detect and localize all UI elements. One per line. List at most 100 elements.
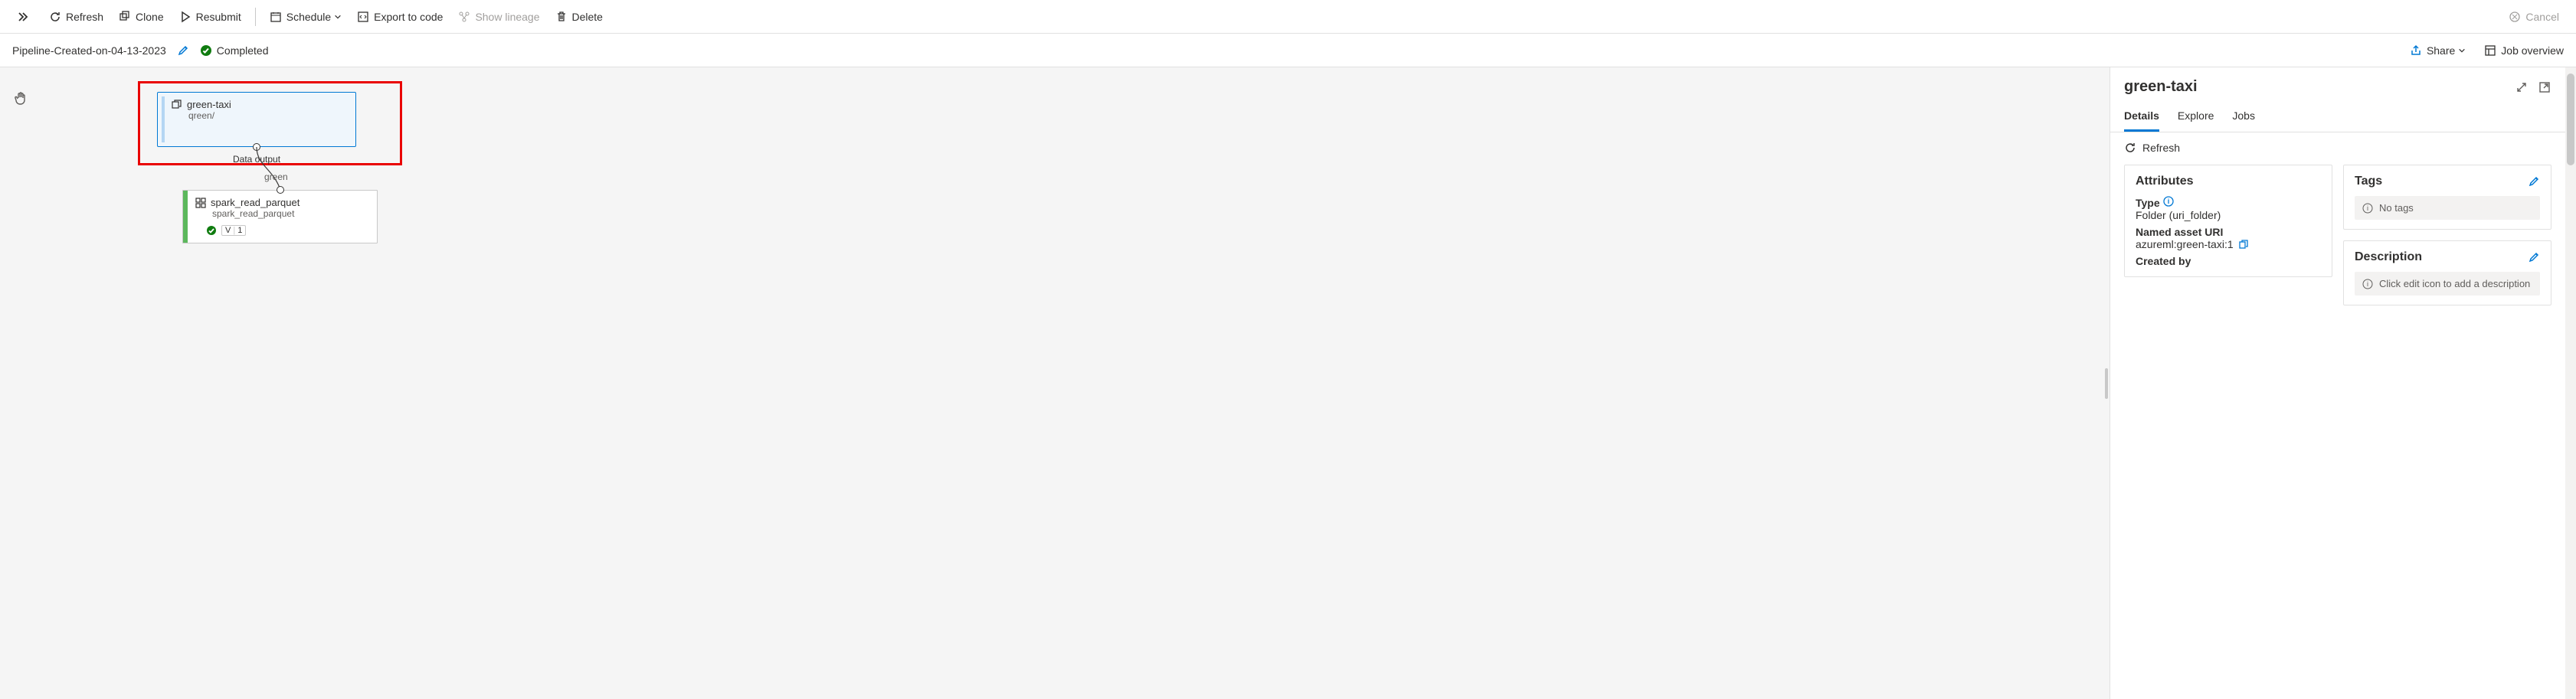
tags-placeholder-text: No tags bbox=[2379, 202, 2414, 214]
delete-label: Delete bbox=[572, 11, 603, 23]
dataset-icon bbox=[172, 100, 182, 110]
refresh-button[interactable]: Refresh bbox=[41, 6, 111, 28]
version-letter: V bbox=[225, 226, 231, 235]
check-circle-icon bbox=[206, 225, 217, 236]
component-icon bbox=[195, 198, 206, 208]
output-port[interactable] bbox=[253, 143, 260, 151]
pipeline-name: Pipeline-Created-on-04-13-2023 bbox=[12, 44, 166, 57]
tab-jobs[interactable]: Jobs bbox=[2232, 105, 2255, 132]
description-card: Description i Click edit icon to add a d… bbox=[2343, 240, 2551, 305]
chevron-down-icon bbox=[2458, 47, 2466, 54]
edit-name-icon[interactable] bbox=[177, 44, 189, 57]
node-stripe bbox=[183, 191, 188, 243]
attributes-card: Attributes Type i Folder (uri_folder) Na… bbox=[2124, 165, 2332, 277]
lineage-label: Show lineage bbox=[475, 11, 539, 23]
overview-icon bbox=[2484, 44, 2496, 57]
delete-button[interactable]: Delete bbox=[548, 6, 610, 28]
details-panel: green-taxi Details Explore Jobs Refresh bbox=[2110, 67, 2565, 699]
panel-refresh-label: Refresh bbox=[2142, 142, 2180, 154]
share-button[interactable]: Share bbox=[2410, 44, 2466, 57]
share-label: Share bbox=[2427, 44, 2455, 57]
description-heading: Description bbox=[2355, 250, 2422, 264]
tags-card: Tags i No tags bbox=[2343, 165, 2551, 230]
output-port-label: Data output bbox=[233, 154, 280, 165]
main-area: green-taxi qreen/ Data output green bbox=[0, 67, 2576, 699]
panel-refresh-button[interactable]: Refresh bbox=[2110, 132, 2565, 160]
popout-panel-icon[interactable] bbox=[2538, 80, 2551, 94]
tags-placeholder: i No tags bbox=[2355, 196, 2540, 220]
panel-tabs: Details Explore Jobs bbox=[2110, 99, 2565, 132]
version-tag: V | 1 bbox=[221, 225, 246, 236]
resubmit-button[interactable]: Resubmit bbox=[172, 6, 249, 28]
attr-type-value: Folder (uri_folder) bbox=[2136, 209, 2321, 221]
share-icon bbox=[2410, 44, 2422, 57]
info-icon: i bbox=[2362, 203, 2373, 214]
schedule-label: Schedule bbox=[286, 11, 331, 23]
version-number: 1 bbox=[237, 226, 242, 235]
panel-title: green-taxi bbox=[2124, 78, 2515, 96]
tab-details[interactable]: Details bbox=[2124, 105, 2159, 132]
canvas[interactable]: green-taxi qreen/ Data output green bbox=[0, 67, 2103, 699]
panel-scrollbar[interactable] bbox=[2565, 67, 2576, 699]
attr-uri-value: azureml:green-taxi:1 bbox=[2136, 238, 2234, 250]
node-stripe bbox=[162, 96, 165, 142]
expand-toolbar-button[interactable] bbox=[9, 6, 41, 28]
cancel-icon bbox=[2509, 11, 2521, 23]
schedule-button[interactable]: Schedule bbox=[262, 6, 349, 28]
canvas-tools bbox=[14, 90, 29, 106]
node-spark-read-parquet[interactable]: spark_read_parquet spark_read_parquet V … bbox=[182, 190, 378, 243]
cancel-button: Cancel bbox=[2501, 6, 2567, 28]
refresh-icon bbox=[2124, 142, 2136, 154]
info-icon[interactable]: i bbox=[2163, 196, 2174, 207]
info-icon: i bbox=[2362, 279, 2373, 289]
tags-heading: Tags bbox=[2355, 175, 2382, 188]
job-overview-button[interactable]: Job overview bbox=[2484, 44, 2564, 57]
svg-text:i: i bbox=[2367, 204, 2368, 212]
tab-explore[interactable]: Explore bbox=[2178, 105, 2214, 132]
job-overview-label: Job overview bbox=[2501, 44, 2564, 57]
scrollbar-thumb[interactable] bbox=[2567, 73, 2574, 165]
svg-text:i: i bbox=[2167, 198, 2169, 205]
refresh-label: Refresh bbox=[66, 11, 103, 23]
node-title: spark_read_parquet bbox=[211, 197, 299, 208]
lineage-icon bbox=[458, 11, 470, 23]
description-placeholder-text: Click edit icon to add a description bbox=[2379, 278, 2530, 289]
node-title: green-taxi bbox=[187, 99, 231, 110]
node-subtitle: spark_read_parquet bbox=[212, 208, 369, 219]
attr-uri-label: Named asset URI bbox=[2136, 226, 2321, 238]
attr-createdby-label: Created by bbox=[2136, 255, 2321, 267]
chevron-double-right-icon bbox=[17, 11, 29, 23]
clone-icon bbox=[119, 11, 131, 23]
top-toolbar: Refresh Clone Resubmit Schedule Export t… bbox=[0, 0, 2576, 34]
node-subtitle: qreen/ bbox=[188, 110, 346, 121]
svg-text:i: i bbox=[2367, 280, 2368, 288]
export-label: Export to code bbox=[374, 11, 443, 23]
calendar-icon bbox=[270, 11, 282, 23]
export-icon bbox=[357, 11, 369, 23]
copy-icon[interactable] bbox=[2238, 239, 2249, 250]
title-bar: Pipeline-Created-on-04-13-2023 Completed… bbox=[0, 34, 2576, 67]
graph-edge bbox=[249, 145, 280, 191]
attributes-heading: Attributes bbox=[2136, 175, 2194, 188]
pan-tool-icon[interactable] bbox=[14, 90, 29, 106]
chevron-down-icon bbox=[334, 13, 342, 21]
edit-tags-icon[interactable] bbox=[2528, 175, 2540, 188]
refresh-icon bbox=[49, 11, 61, 23]
pipeline-status: Completed bbox=[200, 44, 269, 57]
attr-type-label: Type bbox=[2136, 197, 2160, 209]
export-button[interactable]: Export to code bbox=[349, 6, 450, 28]
resubmit-label: Resubmit bbox=[196, 11, 241, 23]
cancel-label: Cancel bbox=[2525, 11, 2559, 23]
node-green-taxi[interactable]: green-taxi qreen/ Data output bbox=[157, 92, 356, 147]
clone-label: Clone bbox=[136, 11, 164, 23]
status-text: Completed bbox=[217, 44, 269, 57]
panel-resizer[interactable] bbox=[2103, 67, 2110, 699]
edit-description-icon[interactable] bbox=[2528, 251, 2540, 263]
lineage-button: Show lineage bbox=[450, 6, 547, 28]
edge-label: green bbox=[264, 171, 288, 182]
expand-panel-icon[interactable] bbox=[2515, 80, 2529, 94]
input-port[interactable] bbox=[277, 186, 284, 194]
toolbar-separator bbox=[255, 8, 256, 26]
clone-button[interactable]: Clone bbox=[111, 6, 172, 28]
play-icon bbox=[179, 11, 191, 23]
